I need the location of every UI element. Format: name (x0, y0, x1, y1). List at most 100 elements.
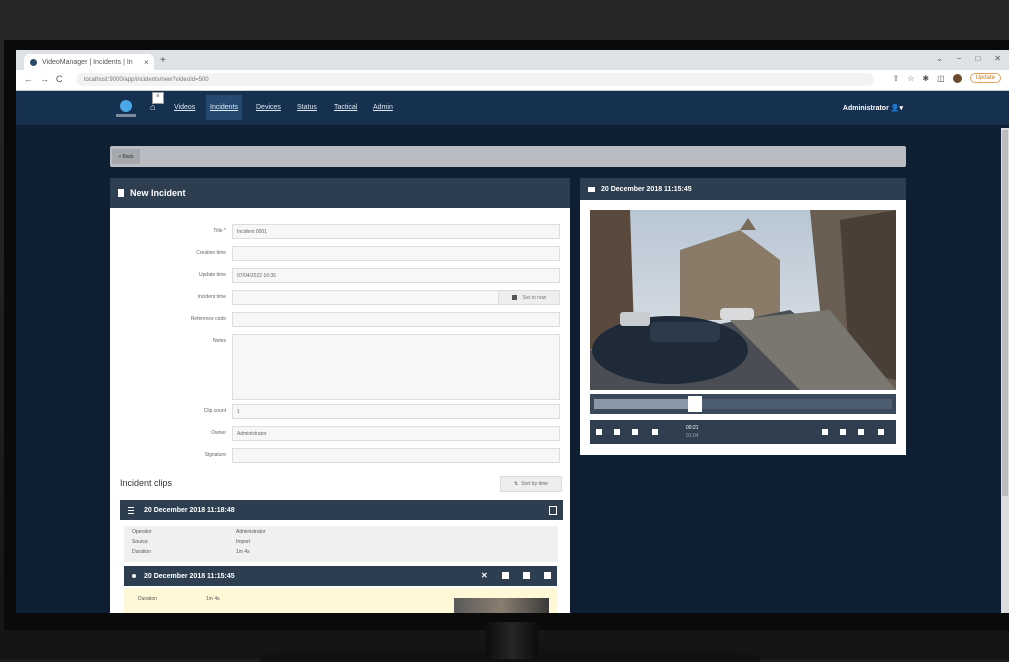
app-logo[interactable] (120, 100, 132, 112)
video-scrubber[interactable] (590, 394, 896, 414)
nav-admin[interactable]: Admin (373, 104, 393, 111)
field-label: Signature (204, 452, 226, 458)
close-window-button[interactable]: ✕ (994, 54, 1001, 63)
field-label: Owner (211, 430, 226, 436)
back-button[interactable]: « Back (112, 149, 140, 164)
field-label: Notes (212, 338, 226, 344)
step-back-icon[interactable] (614, 429, 620, 435)
incident-time-input[interactable]: Set to now (232, 290, 560, 305)
owner-input[interactable]: Administrator (232, 426, 560, 441)
bookmark-icon[interactable] (822, 429, 828, 435)
page-scrollbar[interactable] (1001, 128, 1009, 613)
user-icon: 👤▾ (890, 105, 903, 112)
field-update-time: Update time 07/04/2022 16:35 (110, 268, 570, 283)
maximize-button[interactable]: □ (975, 54, 980, 63)
set-to-now-label: Set to now (522, 294, 547, 301)
back-nav-button[interactable]: ← (24, 74, 33, 84)
fullscreen-icon[interactable] (878, 429, 884, 435)
info-value: Administrator (236, 529, 266, 535)
play-icon[interactable] (596, 429, 602, 435)
copy-icon[interactable] (549, 506, 557, 515)
screen-icon[interactable] (858, 429, 864, 435)
comment-icon[interactable] (523, 572, 530, 579)
info-value: Import (236, 539, 251, 545)
street-scene (590, 210, 896, 390)
field-title: Title * Incident 0001 (110, 224, 570, 239)
field-label: Creation time (196, 250, 226, 256)
sort-icon: ⇅ (514, 481, 519, 487)
extensions-icon[interactable]: ✱ (922, 74, 929, 83)
fast-forward-icon[interactable] (652, 429, 658, 435)
info-key: Operator (132, 529, 152, 535)
nav-incidents[interactable]: Incidents (206, 95, 243, 120)
clip-header[interactable]: 20 December 2018 11:18:48 (120, 500, 563, 520)
field-reference-code: Reference code (110, 312, 570, 327)
duration-value: 1m 4s (206, 596, 220, 602)
info-key: Duration (132, 549, 151, 555)
forward-nav-button[interactable]: → (40, 74, 49, 84)
video-controls: 00:21 01:04 (590, 420, 896, 444)
video-panel: 20 December 2018 11:15:45 00:21 01:04 (580, 178, 906, 455)
duration-label: Duration (138, 596, 157, 602)
copy-icon[interactable] (544, 572, 551, 579)
notes-textarea[interactable] (232, 334, 560, 400)
back-bar: « Back (110, 146, 906, 167)
reference-code-input[interactable] (232, 312, 560, 327)
subclip-thumbnail[interactable] (454, 598, 549, 613)
browser-tab[interactable]: VideoManager | Incidents | In × (24, 54, 154, 70)
field-label: Title * (213, 228, 226, 234)
user-name: Administrator (842, 105, 889, 112)
clip-title: 20 December 2018 11:18:48 (144, 506, 235, 514)
close-tab-icon[interactable]: × (144, 58, 154, 67)
scrollbar-thumb[interactable] (1002, 130, 1008, 496)
field-label: Update time (199, 272, 226, 278)
video-title: 20 December 2018 11:15:45 (601, 185, 692, 193)
set-to-now-button[interactable]: Set to now (498, 291, 559, 304)
signature-input[interactable] (232, 448, 560, 463)
video-player[interactable] (590, 210, 896, 390)
user-menu[interactable]: Administrator 👤▾ (843, 104, 903, 112)
field-notes: Notes (110, 334, 570, 400)
settings-icon[interactable] (840, 429, 846, 435)
drag-handle-icon[interactable] (128, 506, 134, 514)
info-value: 1m 4s (236, 549, 250, 555)
info-key: Source (132, 539, 148, 545)
profile-avatar[interactable] (952, 73, 962, 83)
tab-search-icon[interactable]: ⌄ (936, 54, 943, 63)
home-icon[interactable]: ⌂ (150, 102, 155, 112)
field-incident-time: Incident time Set to now (110, 290, 570, 305)
sort-by-time-button[interactable]: ⇅ Sort by time (500, 476, 562, 492)
field-signature: Signature (110, 448, 570, 463)
clip-count-value: 1 (232, 404, 560, 419)
document-icon (118, 189, 124, 197)
title-input[interactable]: Incident 0001 (232, 224, 560, 239)
update-button[interactable]: Update (969, 73, 1001, 83)
share-icon[interactable]: ⇪ (893, 74, 900, 83)
update-time-input[interactable]: 07/04/2022 16:35 (232, 268, 560, 283)
browser-tabbar: VideoManager | Incidents | In × + ⌄ − □ … (16, 50, 1009, 70)
new-tab-button[interactable]: + (160, 55, 166, 66)
nav-status[interactable]: Status (297, 104, 317, 111)
url-input[interactable]: localhost:9000/app/incidents/new?videoId… (76, 73, 874, 86)
reload-button[interactable]: C (56, 74, 63, 84)
step-forward-icon[interactable] (632, 429, 638, 435)
incident-title-heading: New Incident (130, 188, 186, 198)
address-bar-row: ← → C localhost:9000/app/incidents/new?v… (16, 70, 1009, 91)
crop-icon[interactable] (502, 572, 509, 579)
remove-icon[interactable]: ✕ (481, 572, 488, 580)
calendar-icon (511, 295, 517, 300)
nav-tactical[interactable]: Tactical (334, 104, 357, 111)
nav-devices[interactable]: Devices (256, 104, 281, 111)
creation-time-input[interactable] (232, 246, 560, 261)
incident-clips-heading: Incident clips (120, 478, 173, 488)
bookmark-star-icon[interactable]: ☆ (907, 74, 914, 83)
scrub-handle[interactable] (688, 396, 703, 412)
subclip-header[interactable]: 20 December 2018 11:15:45 ✕ (124, 566, 557, 586)
minimize-button[interactable]: − (957, 54, 962, 63)
sidepanel-icon[interactable]: ◫ (937, 74, 945, 83)
monitor-screen: VideoManager | Incidents | In × + ⌄ − □ … (16, 50, 1009, 613)
favicon-icon (30, 58, 37, 66)
subclip-title: 20 December 2018 11:15:45 (144, 572, 235, 580)
nav-videos[interactable]: Videos (174, 104, 195, 111)
field-label: Incident time (197, 294, 226, 300)
